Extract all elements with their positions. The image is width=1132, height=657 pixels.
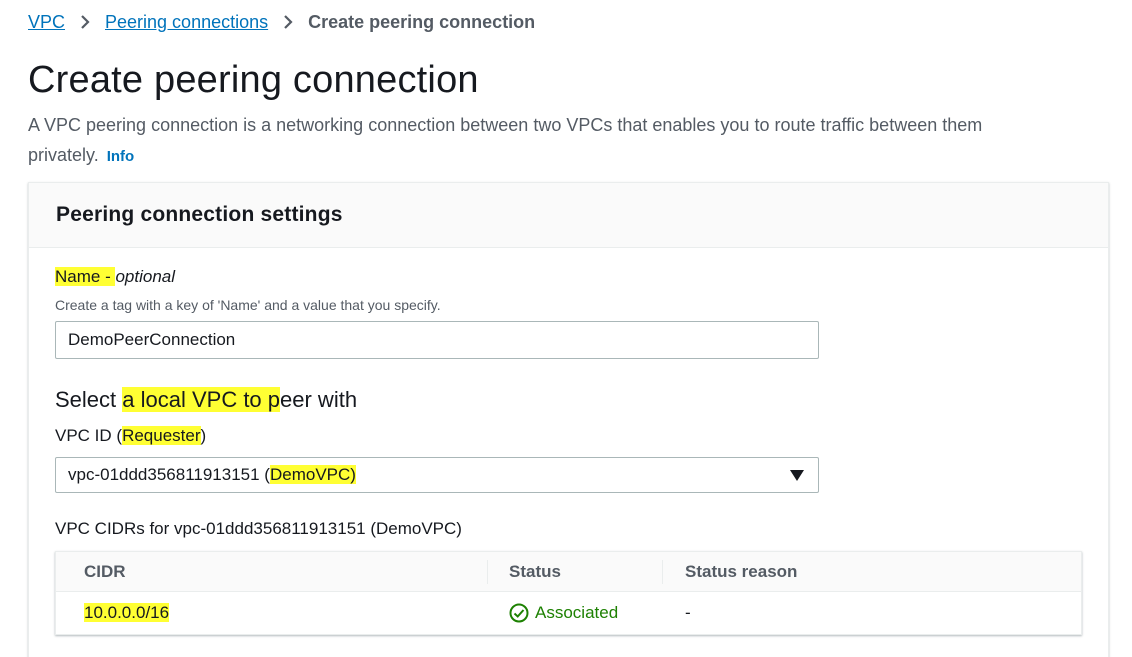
- local-vpc-heading-pre: Select: [55, 387, 123, 412]
- page-description: A VPC peering connection is a networking…: [28, 110, 1088, 172]
- name-field-hint: Create a tag with a key of 'Name' and a …: [55, 297, 441, 313]
- local-vpc-heading-post: eer with: [280, 387, 358, 412]
- status-cell: Associated: [488, 603, 663, 623]
- cidr-cell: 10.0.0.0/16: [56, 603, 488, 623]
- column-header-cidr: CIDR: [56, 559, 488, 584]
- column-header-status: Status: [488, 559, 663, 584]
- optional-label: optional: [115, 267, 176, 286]
- cidr-table: CIDR Status Status reason 10.0.0.0/16 As…: [55, 551, 1082, 635]
- page-title: Create peering connection: [28, 59, 479, 101]
- breadcrumb-current: Create peering connection: [308, 11, 536, 32]
- breadcrumb: VPC Peering connections Create peering c…: [28, 10, 535, 34]
- cidr-value: 10.0.0.0/16: [84, 603, 170, 622]
- caret-down-icon: [788, 466, 806, 484]
- breadcrumb-peering-connections-link[interactable]: Peering connections: [105, 12, 268, 33]
- cidr-table-header: CIDR Status Status reason: [56, 552, 1081, 592]
- status-value: Associated: [535, 603, 619, 622]
- vpc-id-select-value: vpc-01ddd356811913151 (DemoVPC): [68, 465, 788, 485]
- breadcrumb-vpc-link[interactable]: VPC: [28, 12, 65, 33]
- name-field-label: Name - optional: [55, 267, 175, 287]
- local-vpc-heading-highlight: a local VPC to p: [122, 387, 281, 412]
- peering-settings-panel: Peering connection settings Name - optio…: [28, 182, 1109, 657]
- local-vpc-heading: Select a local VPC to peer with: [55, 387, 357, 413]
- panel-header: Peering connection settings: [29, 183, 1108, 248]
- chevron-right-icon: [73, 10, 97, 34]
- vpc-select-text: vpc-01ddd356811913151 (: [68, 465, 270, 484]
- vpc-id-label: VPC ID (Requester): [55, 426, 206, 446]
- status-reason-cell: -: [685, 603, 691, 622]
- info-link[interactable]: Info: [107, 148, 135, 165]
- name-label-text: Name -: [55, 267, 116, 286]
- vpc-id-select[interactable]: vpc-01ddd356811913151 (DemoVPC): [55, 457, 819, 493]
- requester-label: Requester: [122, 426, 201, 445]
- vpc-id-label-post: ): [200, 426, 207, 445]
- name-label-dash: -: [100, 267, 116, 286]
- vpc-id-label-pre: VPC ID (: [55, 426, 123, 445]
- check-circle-icon: [509, 603, 529, 623]
- name-input[interactable]: [55, 321, 819, 359]
- vpc-cidrs-label: VPC CIDRs for vpc-01ddd356811913151 (Dem…: [55, 519, 462, 538]
- name-label: Name: [55, 267, 101, 286]
- vpc-select-name: DemoVPC): [269, 465, 356, 484]
- column-header-status-reason: Status reason: [685, 561, 798, 581]
- page-description-text: A VPC peering connection is a networking…: [28, 115, 983, 165]
- panel-title: Peering connection settings: [56, 203, 343, 226]
- table-row: 10.0.0.0/16 Associated -: [56, 592, 1081, 634]
- chevron-right-icon: [276, 10, 300, 34]
